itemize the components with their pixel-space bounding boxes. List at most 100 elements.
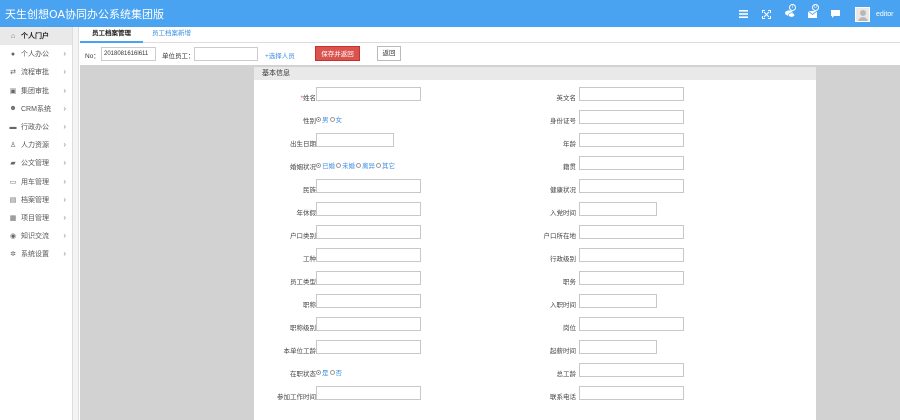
radio-label[interactable]: 是 (322, 367, 329, 377)
sidebar-item-5[interactable]: ▬ 行政办公 › (0, 118, 72, 136)
radio-label[interactable]: 其它 (382, 160, 395, 170)
field-label: 本单位工龄 (254, 345, 317, 355)
form-row: 出生日期 年龄 (254, 133, 816, 153)
text-input[interactable] (316, 340, 421, 354)
sidebar-item-label: 个人门户 (21, 33, 49, 41)
text-input[interactable] (316, 202, 421, 216)
text-input[interactable] (316, 225, 421, 239)
text-input[interactable] (579, 133, 684, 147)
sidebar-item-11[interactable]: ◉ 知识交流 › (0, 227, 72, 245)
back-button[interactable]: 返回 (377, 46, 401, 61)
text-input[interactable] (579, 294, 657, 308)
radio-group: 男女 (316, 114, 343, 124)
sidebar-item-1[interactable]: ● 个人办公 › (0, 45, 72, 63)
unit-staff-field[interactable] (194, 47, 258, 61)
field-label: 参加工作时间 (254, 391, 316, 401)
field-label-text: 在职状态 (290, 371, 316, 378)
text-input[interactable] (316, 179, 421, 193)
sidebar-item-0[interactable]: ⌂ 个人门户 (0, 27, 72, 46)
form-row: 员工类型 职务 (254, 271, 816, 291)
chevron-right-icon: › (63, 158, 66, 168)
message-icon[interactable] (824, 5, 847, 23)
sidebar-item-6[interactable]: ♙ 人力资源 › (0, 136, 72, 154)
radio-button[interactable] (336, 162, 341, 168)
text-input[interactable] (316, 87, 421, 101)
briefcase-icon: ▬ (9, 123, 17, 131)
text-input[interactable] (579, 110, 684, 124)
text-input[interactable] (579, 386, 684, 400)
text-input[interactable] (579, 156, 684, 170)
radio-label[interactable]: 否 (336, 367, 343, 377)
settings-icon: ✲ (10, 251, 16, 259)
form-panel: 基本信息 *姓名 英文名 性别男女 身份证号 出生日期 年龄 婚姻状况 已婚 未婚 离异 其它 籍贯民… (254, 67, 816, 420)
radio-button[interactable] (316, 116, 321, 122)
radio-label[interactable]: 离异 (362, 160, 375, 170)
sidebar-item-label: 流程审批 (21, 69, 49, 77)
text-input[interactable] (579, 363, 684, 377)
radio-button[interactable] (356, 162, 361, 168)
sidebar-item-label: 个人办公 (21, 51, 49, 59)
select-person-link[interactable]: +选择人员 (265, 50, 295, 60)
sidebar-item-8[interactable]: ▭ 用车管理 › (0, 173, 72, 191)
sidebar-item-10[interactable]: ▦ 项目管理 › (0, 209, 72, 227)
tab-employee-archive-manage[interactable]: 员工档案管理 (80, 27, 143, 43)
text-input[interactable] (316, 133, 394, 147)
sidebar-splitter[interactable] (73, 27, 79, 420)
text-input[interactable] (579, 271, 684, 285)
text-input[interactable] (316, 386, 421, 400)
radio-label[interactable]: 已婚 (322, 160, 335, 170)
chevron-right-icon: › (63, 103, 66, 113)
sidebar-item-9[interactable]: ▤ 档案管理 › (0, 191, 72, 209)
save-and-return-button[interactable]: 保存并返回 (315, 46, 360, 61)
radio-label[interactable]: 男 (322, 114, 329, 124)
text-input[interactable] (579, 340, 657, 354)
fullscreen-icon[interactable] (755, 5, 778, 23)
radio-button[interactable] (376, 162, 381, 168)
text-input[interactable] (579, 317, 684, 331)
chat-icon[interactable]: 7 (778, 4, 801, 23)
menu-icon[interactable] (732, 5, 755, 23)
text-input[interactable] (316, 248, 421, 262)
chevron-right-icon: › (63, 49, 66, 59)
no-field[interactable]: 2018081616l611 (101, 47, 156, 61)
radio-button[interactable] (329, 369, 335, 375)
sidebar-item-3[interactable]: ▣ 集团审批 › (0, 82, 72, 100)
text-input[interactable] (316, 317, 421, 331)
text-input[interactable] (579, 87, 684, 101)
avatar[interactable] (855, 6, 870, 22)
sidebar-item-2[interactable]: ⇄ 流程审批 › (0, 63, 72, 81)
field-label: 工种 (254, 253, 316, 263)
sidebar-item-label: 档案管理 (21, 196, 49, 204)
project-icon: ▦ (9, 214, 17, 222)
radio-button[interactable] (316, 162, 321, 168)
text-input[interactable] (579, 179, 684, 193)
username[interactable]: editor (876, 11, 894, 18)
radio-label[interactable]: 未婚 (342, 160, 355, 170)
text-input[interactable] (579, 225, 684, 239)
form-row: 参加工作时间 联系电话 (254, 386, 816, 406)
field-label-text: 参加工作时间 (277, 394, 316, 401)
tab-employee-archive-add[interactable]: 员工档案新增 (140, 27, 203, 43)
radio-button[interactable] (316, 369, 321, 375)
sidebar-item-4[interactable]: ☻ CRM系统 › (0, 100, 72, 118)
mail-icon[interactable]: 0 (801, 4, 824, 23)
field-label: 性别 (254, 115, 316, 125)
field-label: 年龄 (563, 141, 576, 148)
sidebar-item-12[interactable]: ✲ 系统设置 › (0, 245, 72, 263)
text-input[interactable] (316, 271, 421, 285)
sidebar-item-label: 用车管理 (21, 178, 49, 186)
field-label: 出生日期 (254, 138, 316, 148)
field-label: 英文名 (556, 95, 577, 102)
text-input[interactable] (316, 294, 421, 308)
text-input[interactable] (579, 202, 657, 216)
field-label-text: 户口类别 (290, 233, 316, 240)
radio-button[interactable] (329, 116, 335, 122)
field-label-text: 婚姻状况 (290, 164, 316, 171)
sidebar-item-7[interactable]: ▰ 公文管理 › (0, 154, 72, 172)
text-input[interactable] (579, 248, 684, 262)
sidebar-item-label: 项目管理 (21, 214, 49, 222)
sidebar-item-label: 集团审批 (21, 87, 49, 95)
folder-icon: ▰ (10, 160, 16, 168)
radio-label[interactable]: 女 (336, 114, 343, 124)
field-label: 职称级别 (254, 322, 316, 332)
